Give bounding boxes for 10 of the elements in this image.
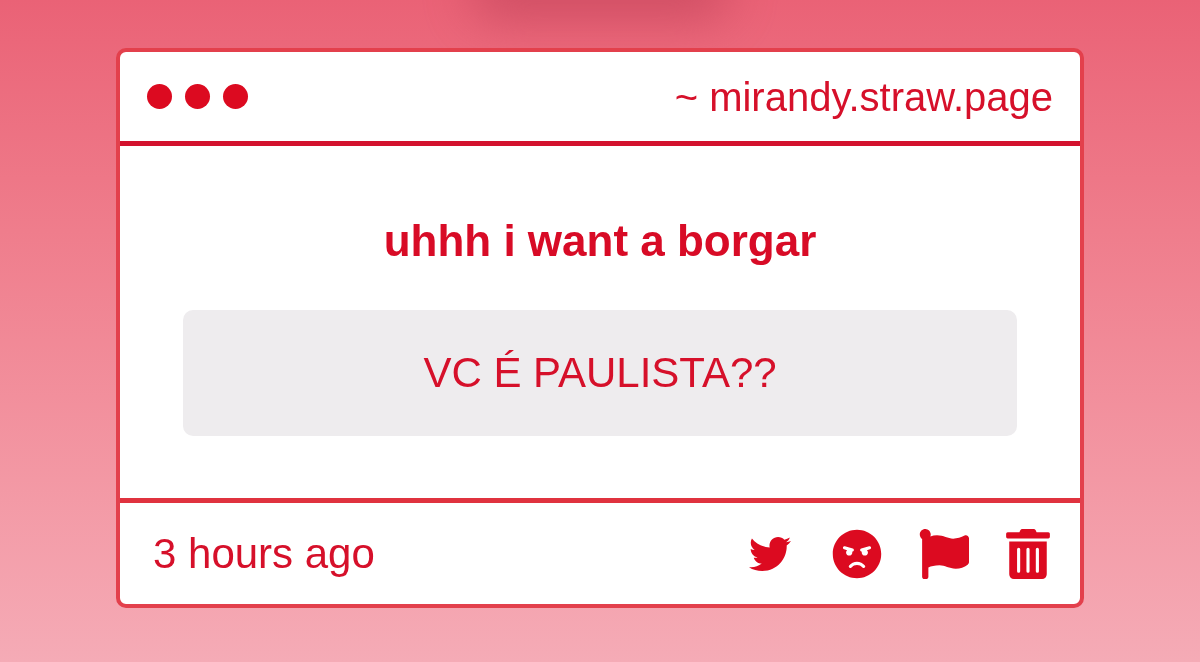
trash-icon xyxy=(1006,528,1050,579)
react-button[interactable] xyxy=(832,528,882,579)
angry-face-icon xyxy=(832,528,882,579)
page-address: ~ mirandy.straw.page xyxy=(674,76,1053,117)
post-time: 3 hours ago xyxy=(153,532,375,575)
flag-icon xyxy=(919,528,969,579)
delete-button[interactable] xyxy=(1006,528,1050,579)
message-text: VC É PAULISTA?? xyxy=(423,352,777,394)
report-button[interactable] xyxy=(919,528,969,579)
post-title: uhhh i want a borgar xyxy=(383,216,817,266)
